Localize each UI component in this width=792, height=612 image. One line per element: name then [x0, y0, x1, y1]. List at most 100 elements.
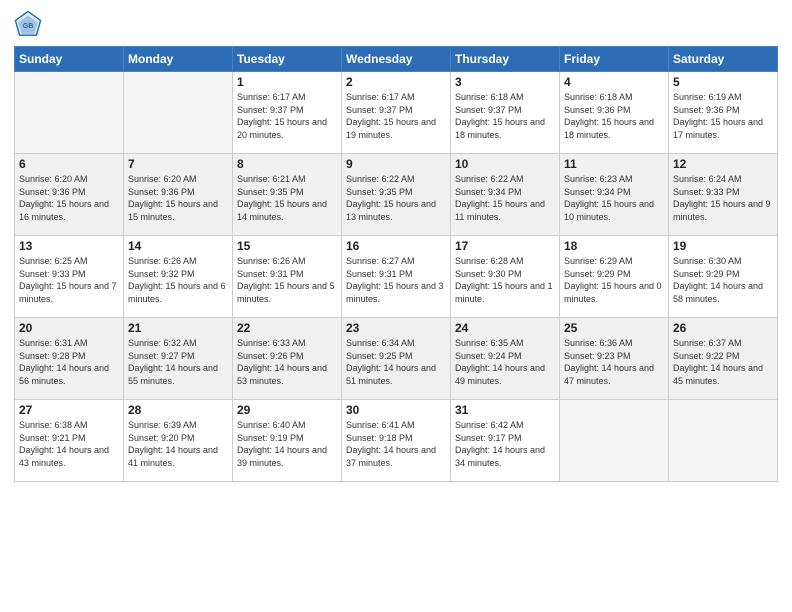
calendar-cell: 6 Sunrise: 6:20 AM Sunset: 9:36 PM Daylig…	[15, 154, 124, 236]
day-info: Sunrise: 6:41 AM Sunset: 9:18 PM Dayligh…	[346, 419, 446, 469]
day-info: Sunrise: 6:17 AM Sunset: 9:37 PM Dayligh…	[346, 91, 446, 141]
day-number: 10	[455, 157, 555, 171]
calendar-cell: 24 Sunrise: 6:35 AM Sunset: 9:24 PM Dayli…	[451, 318, 560, 400]
day-info: Sunrise: 6:20 AM Sunset: 9:36 PM Dayligh…	[19, 173, 119, 223]
day-number: 1	[237, 75, 337, 89]
day-info: Sunrise: 6:24 AM Sunset: 9:33 PM Dayligh…	[673, 173, 773, 223]
calendar-cell: 11 Sunrise: 6:23 AM Sunset: 9:34 PM Dayli…	[560, 154, 669, 236]
weekday-header-tuesday: Tuesday	[233, 47, 342, 72]
calendar-cell: 26 Sunrise: 6:37 AM Sunset: 9:22 PM Dayli…	[669, 318, 778, 400]
day-number: 28	[128, 403, 228, 417]
weekday-header-monday: Monday	[124, 47, 233, 72]
weekday-header-friday: Friday	[560, 47, 669, 72]
week-row-3: 13 Sunrise: 6:25 AM Sunset: 9:33 PM Dayli…	[15, 236, 778, 318]
day-number: 6	[19, 157, 119, 171]
day-number: 29	[237, 403, 337, 417]
day-number: 8	[237, 157, 337, 171]
day-info: Sunrise: 6:31 AM Sunset: 9:28 PM Dayligh…	[19, 337, 119, 387]
logo: GB	[14, 10, 46, 38]
day-number: 16	[346, 239, 446, 253]
day-number: 18	[564, 239, 664, 253]
calendar-cell: 10 Sunrise: 6:22 AM Sunset: 9:34 PM Dayli…	[451, 154, 560, 236]
calendar-cell: 12 Sunrise: 6:24 AM Sunset: 9:33 PM Dayli…	[669, 154, 778, 236]
calendar-cell: 13 Sunrise: 6:25 AM Sunset: 9:33 PM Dayli…	[15, 236, 124, 318]
calendar-cell: 7 Sunrise: 6:20 AM Sunset: 9:36 PM Daylig…	[124, 154, 233, 236]
day-info: Sunrise: 6:18 AM Sunset: 9:36 PM Dayligh…	[564, 91, 664, 141]
calendar-cell: 31 Sunrise: 6:42 AM Sunset: 9:17 PM Dayli…	[451, 400, 560, 482]
calendar-cell: 5 Sunrise: 6:19 AM Sunset: 9:36 PM Daylig…	[669, 72, 778, 154]
calendar-cell: 4 Sunrise: 6:18 AM Sunset: 9:36 PM Daylig…	[560, 72, 669, 154]
svg-text:GB: GB	[23, 23, 34, 30]
day-number: 4	[564, 75, 664, 89]
day-info: Sunrise: 6:35 AM Sunset: 9:24 PM Dayligh…	[455, 337, 555, 387]
calendar-cell: 19 Sunrise: 6:30 AM Sunset: 9:29 PM Dayli…	[669, 236, 778, 318]
day-info: Sunrise: 6:27 AM Sunset: 9:31 PM Dayligh…	[346, 255, 446, 305]
day-number: 5	[673, 75, 773, 89]
logo-icon: GB	[14, 10, 42, 38]
day-info: Sunrise: 6:40 AM Sunset: 9:19 PM Dayligh…	[237, 419, 337, 469]
day-info: Sunrise: 6:25 AM Sunset: 9:33 PM Dayligh…	[19, 255, 119, 305]
day-number: 9	[346, 157, 446, 171]
day-info: Sunrise: 6:42 AM Sunset: 9:17 PM Dayligh…	[455, 419, 555, 469]
calendar-cell: 3Sunrise: 6:18 AM Sunset: 9:37 PM Daylig…	[451, 72, 560, 154]
day-number: 23	[346, 321, 446, 335]
calendar-cell	[669, 400, 778, 482]
calendar-cell: 27Sunrise: 6:38 AM Sunset: 9:21 PM Dayli…	[15, 400, 124, 482]
day-info: Sunrise: 6:26 AM Sunset: 9:32 PM Dayligh…	[128, 255, 228, 305]
calendar-cell	[560, 400, 669, 482]
day-info: Sunrise: 6:38 AM Sunset: 9:21 PM Dayligh…	[19, 419, 119, 469]
calendar-cell: 14 Sunrise: 6:26 AM Sunset: 9:32 PM Dayli…	[124, 236, 233, 318]
weekday-header-row: SundayMondayTuesdayWednesdayThursdayFrid…	[15, 47, 778, 72]
header: GB	[14, 10, 778, 38]
day-info: Sunrise: 6:36 AM Sunset: 9:23 PM Dayligh…	[564, 337, 664, 387]
day-info: Sunrise: 6:34 AM Sunset: 9:25 PM Dayligh…	[346, 337, 446, 387]
day-info: Sunrise: 6:20 AM Sunset: 9:36 PM Dayligh…	[128, 173, 228, 223]
day-info: Sunrise: 6:39 AM Sunset: 9:20 PM Dayligh…	[128, 419, 228, 469]
day-info: Sunrise: 6:19 AM Sunset: 9:36 PM Dayligh…	[673, 91, 773, 141]
day-number: 26	[673, 321, 773, 335]
day-number: 7	[128, 157, 228, 171]
day-info: Sunrise: 6:37 AM Sunset: 9:22 PM Dayligh…	[673, 337, 773, 387]
day-number: 19	[673, 239, 773, 253]
day-number: 14	[128, 239, 228, 253]
day-info: Sunrise: 6:17 AM Sunset: 9:37 PM Dayligh…	[237, 91, 337, 141]
weekday-header-wednesday: Wednesday	[342, 47, 451, 72]
calendar-cell: 2Sunrise: 6:17 AM Sunset: 9:37 PM Daylig…	[342, 72, 451, 154]
week-row-2: 6 Sunrise: 6:20 AM Sunset: 9:36 PM Daylig…	[15, 154, 778, 236]
day-number: 21	[128, 321, 228, 335]
calendar-cell: 29 Sunrise: 6:40 AM Sunset: 9:19 PM Dayli…	[233, 400, 342, 482]
day-info: Sunrise: 6:30 AM Sunset: 9:29 PM Dayligh…	[673, 255, 773, 305]
calendar-cell: 20Sunrise: 6:31 AM Sunset: 9:28 PM Dayli…	[15, 318, 124, 400]
day-number: 25	[564, 321, 664, 335]
calendar-cell: 17Sunrise: 6:28 AM Sunset: 9:30 PM Dayli…	[451, 236, 560, 318]
calendar-cell: 30Sunrise: 6:41 AM Sunset: 9:18 PM Dayli…	[342, 400, 451, 482]
day-number: 24	[455, 321, 555, 335]
calendar-cell: 1 Sunrise: 6:17 AM Sunset: 9:37 PM Daylig…	[233, 72, 342, 154]
calendar-cell: 18Sunrise: 6:29 AM Sunset: 9:29 PM Dayli…	[560, 236, 669, 318]
day-info: Sunrise: 6:23 AM Sunset: 9:34 PM Dayligh…	[564, 173, 664, 223]
day-number: 13	[19, 239, 119, 253]
calendar-cell: 25 Sunrise: 6:36 AM Sunset: 9:23 PM Dayli…	[560, 318, 669, 400]
calendar-cell	[15, 72, 124, 154]
day-info: Sunrise: 6:22 AM Sunset: 9:34 PM Dayligh…	[455, 173, 555, 223]
day-info: Sunrise: 6:32 AM Sunset: 9:27 PM Dayligh…	[128, 337, 228, 387]
weekday-header-sunday: Sunday	[15, 47, 124, 72]
day-number: 12	[673, 157, 773, 171]
day-number: 3	[455, 75, 555, 89]
day-number: 11	[564, 157, 664, 171]
weekday-header-thursday: Thursday	[451, 47, 560, 72]
calendar-cell	[124, 72, 233, 154]
day-info: Sunrise: 6:26 AM Sunset: 9:31 PM Dayligh…	[237, 255, 337, 305]
calendar-cell: 28 Sunrise: 6:39 AM Sunset: 9:20 PM Dayli…	[124, 400, 233, 482]
day-number: 31	[455, 403, 555, 417]
day-info: Sunrise: 6:33 AM Sunset: 9:26 PM Dayligh…	[237, 337, 337, 387]
calendar-cell: 8Sunrise: 6:21 AM Sunset: 9:35 PM Daylig…	[233, 154, 342, 236]
calendar-cell: 16 Sunrise: 6:27 AM Sunset: 9:31 PM Dayli…	[342, 236, 451, 318]
weekday-header-saturday: Saturday	[669, 47, 778, 72]
calendar: SundayMondayTuesdayWednesdayThursdayFrid…	[14, 46, 778, 482]
page: GB SundayMondayTuesdayWednesdayThursdayF…	[0, 0, 792, 612]
day-number: 17	[455, 239, 555, 253]
calendar-cell: 22Sunrise: 6:33 AM Sunset: 9:26 PM Dayli…	[233, 318, 342, 400]
week-row-1: 1 Sunrise: 6:17 AM Sunset: 9:37 PM Daylig…	[15, 72, 778, 154]
day-number: 15	[237, 239, 337, 253]
